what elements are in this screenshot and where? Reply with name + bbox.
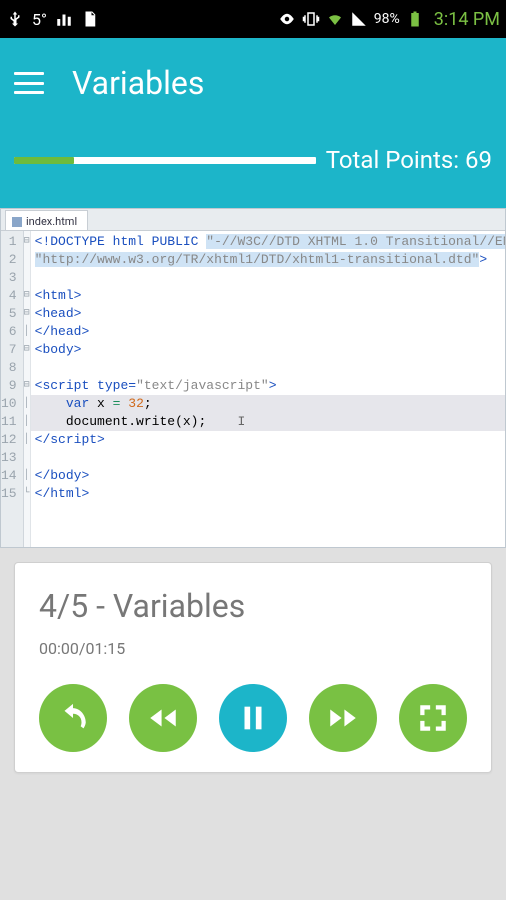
code-token: "http://www.w3.org/TR/xhtml1/DTD/xhtml1-… [35, 252, 480, 267]
menu-icon[interactable] [14, 72, 44, 94]
chart-icon [55, 10, 73, 28]
editor-tab-label: index.html [26, 215, 77, 228]
app-bar: Variables [0, 38, 506, 128]
clock-time: 3:14 PM [434, 9, 500, 30]
line-gutter: 1 2 3 4 5 6 7 8 9 10 11 12 13 14 15 [1, 231, 24, 547]
progress-track[interactable] [14, 157, 316, 164]
playback-time: 00:00/01:15 [39, 639, 467, 658]
fullscreen-button[interactable] [399, 684, 467, 752]
code-token: <!DOCTYPE html PUBLIC [35, 234, 207, 249]
status-bar: 5° 98% 3:14 PM [0, 0, 506, 38]
code-token: <body> [35, 342, 82, 357]
file-icon [12, 217, 22, 227]
code-token: </html> [35, 486, 90, 501]
status-left: 5° [6, 10, 99, 29]
signal-icon [350, 10, 368, 28]
text-cursor-icon: I [238, 414, 246, 429]
code-token: > [479, 252, 487, 267]
video-area[interactable]: index.html 1 2 3 4 5 6 7 8 9 10 11 12 13… [0, 208, 506, 548]
status-right: 98% 3:14 PM [278, 9, 500, 30]
wifi-icon [326, 10, 344, 28]
forward-button[interactable] [309, 684, 377, 752]
code-token: <head> [35, 306, 82, 321]
temperature: 5° [32, 10, 47, 29]
pause-icon [236, 701, 270, 735]
eye-icon [278, 10, 296, 28]
code-token: "-//W3C//DTD XHTML 1.0 Transitional//EN" [206, 234, 506, 249]
points-label: Total Points: 69 [326, 146, 492, 174]
code-token: <script type= [35, 378, 136, 393]
battery-pct: 98% [374, 11, 400, 27]
usb-icon [6, 10, 24, 28]
code-body: 1 2 3 4 5 6 7 8 9 10 11 12 13 14 15 ⊟ ⊟ … [1, 231, 505, 547]
back-button[interactable] [39, 684, 107, 752]
player-controls [39, 684, 467, 752]
skip-back-icon [146, 701, 180, 735]
progress-bar-area: Total Points: 69 [0, 128, 506, 208]
pause-button[interactable] [219, 684, 287, 752]
code-token: "text/javascript" [136, 378, 269, 393]
lesson-title: 4/5 - Variables [39, 587, 467, 625]
code-token: var [35, 396, 90, 411]
page-title: Variables [72, 64, 204, 102]
editor-tab: index.html [5, 210, 88, 230]
code-token: ; [144, 396, 152, 411]
code-token: <html> [35, 288, 82, 303]
vibrate-icon [302, 10, 320, 28]
player-card: 4/5 - Variables 00:00/01:15 [14, 562, 492, 773]
code-token: </head> [35, 324, 90, 339]
progress-fill [14, 157, 74, 164]
code-lines: <!DOCTYPE html PUBLIC "-//W3C//DTD XHTML… [31, 231, 506, 547]
code-token: document.write(x); [35, 414, 207, 429]
undo-icon [56, 701, 90, 735]
code-token: </script> [35, 432, 105, 447]
rewind-button[interactable] [129, 684, 197, 752]
document-icon [81, 10, 99, 28]
code-token: > [269, 378, 277, 393]
code-token: 32 [120, 396, 143, 411]
code-token: x [89, 396, 112, 411]
skip-forward-icon [326, 701, 360, 735]
fold-column: ⊟ ⊟ ⊟ │ ⊟ ⊟ │ │ │ │ └ [24, 231, 31, 547]
editor-tabstrip: index.html [1, 209, 505, 231]
battery-icon [406, 10, 424, 28]
fullscreen-icon [416, 701, 450, 735]
code-token: </body> [35, 468, 90, 483]
